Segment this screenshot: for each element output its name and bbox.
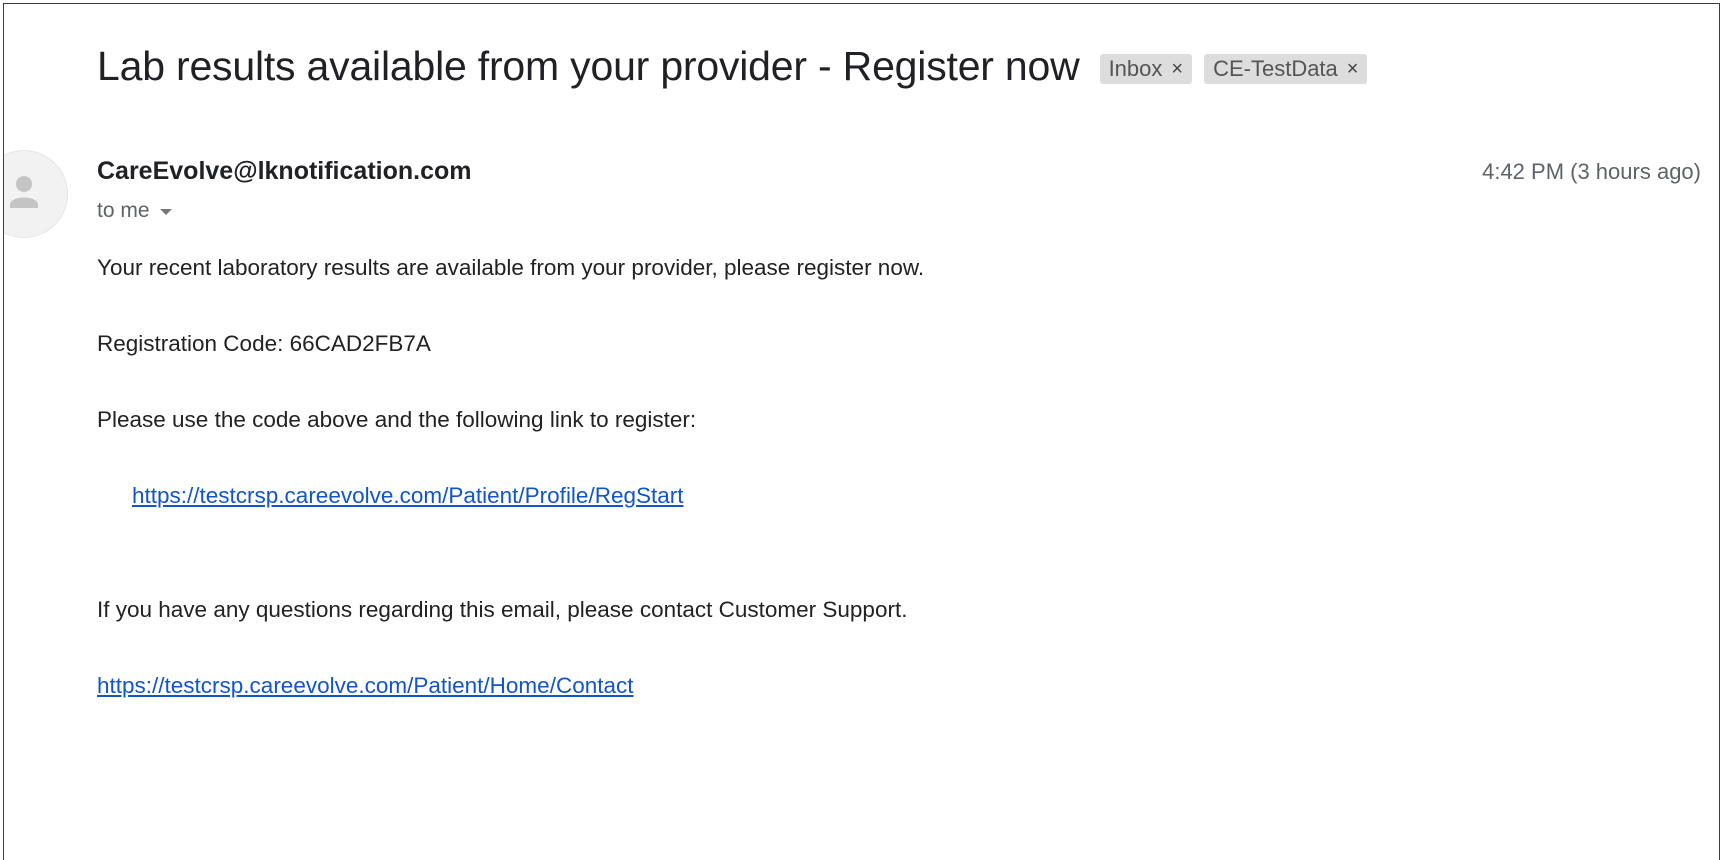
person-icon (10, 176, 38, 208)
close-icon[interactable]: × (1347, 57, 1359, 81)
label-chip-inbox[interactable]: Inbox × (1099, 54, 1193, 84)
label-list: Inbox × CE-TestData × (1099, 54, 1380, 84)
label-name: CE-TestData (1213, 56, 1338, 81)
support-text: If you have any questions regarding this… (97, 597, 908, 622)
recipient-toggle[interactable]: to me (97, 197, 172, 225)
registration-code: Registration Code: 66CAD2FB7A (97, 331, 431, 356)
caret-down-icon[interactable] (159, 209, 172, 215)
sender-address[interactable]: CareEvolve@lknotification.com (97, 156, 471, 186)
sender-avatar[interactable] (4, 150, 68, 238)
label-chip-ce-testdata[interactable]: CE-TestData × (1204, 54, 1368, 84)
label-name: Inbox (1108, 56, 1163, 81)
register-link[interactable]: https://testcrsp.careevolve.com/Patient/… (132, 482, 684, 510)
body-instructions: Please use the code above and the follow… (97, 407, 697, 432)
body-intro: Your recent laboratory results are avail… (97, 255, 925, 280)
contact-link[interactable]: https://testcrsp.careevolve.com/Patient/… (97, 672, 633, 700)
email-view: Lab results available from your provider… (3, 3, 1720, 860)
email-timestamp: 4:42 PM (3 hours ago) (1482, 159, 1701, 184)
close-icon[interactable]: × (1171, 57, 1183, 81)
recipient-text: to me (97, 199, 150, 222)
subject-row: Lab results available from your provider… (97, 42, 1379, 90)
email-subject: Lab results available from your provider… (97, 43, 1080, 89)
